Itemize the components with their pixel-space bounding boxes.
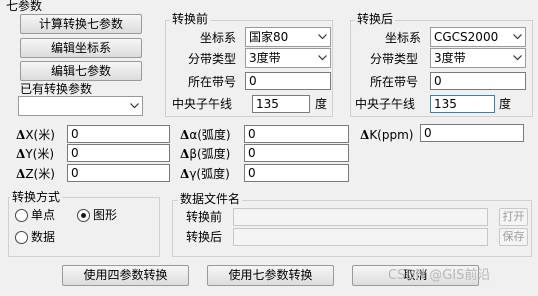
dx-input[interactable]: 0 — [67, 125, 170, 143]
mode-group — [8, 197, 160, 257]
dz-label: ΔZ(米) — [16, 167, 55, 181]
mode-graphic-radio[interactable] — [77, 209, 90, 222]
before-title: 转换前 — [170, 11, 211, 27]
mode-data-radio[interactable] — [15, 231, 28, 244]
after-title: 转换后 — [355, 11, 396, 27]
after-coord-label: 坐标系 — [385, 31, 422, 45]
dk-input[interactable]: 0 — [420, 124, 524, 142]
dz-input[interactable]: 0 — [67, 164, 170, 182]
mode-graphic-label: 图形 — [93, 208, 118, 222]
after-meridian-label: 中央子午线 — [355, 97, 416, 111]
after-zone-type-select[interactable]: 3度带 — [430, 48, 526, 68]
dalpha-label: Δα(弧度) — [180, 128, 231, 142]
after-coord-value: CGCS2000 — [434, 30, 499, 44]
after-coord-select[interactable]: CGCS2000 — [430, 27, 526, 47]
dalpha-input[interactable]: 0 — [244, 125, 349, 143]
files-title: 数据文件名 — [178, 191, 243, 207]
files-after-input — [233, 228, 488, 246]
before-zone-type-label: 分带类型 — [188, 52, 237, 66]
after-meridian-unit: 度 — [499, 97, 512, 111]
edit-coords-button[interactable]: 编辑坐标系 — [20, 38, 142, 58]
save-button: 保存 — [499, 228, 528, 246]
before-coord-label: 坐标系 — [200, 31, 237, 45]
before-zone-type-value: 3度带 — [249, 51, 281, 65]
use-seven-params-button[interactable]: 使用七参数转换 — [207, 265, 334, 286]
dx-label: ΔX(米) — [16, 128, 55, 142]
after-zone-no-input[interactable]: 0 — [430, 72, 526, 90]
mode-title: 转换方式 — [10, 189, 63, 205]
existing-params-label: 已有转换参数 — [20, 82, 93, 96]
dbeta-input[interactable]: 0 — [244, 144, 349, 162]
window-title: 七参数 — [6, 0, 43, 13]
files-after-label: 转换后 — [186, 230, 223, 244]
dk-label: ΔK(ppm) — [360, 128, 414, 142]
mode-single-radio[interactable] — [15, 209, 28, 222]
dy-label: ΔY(米) — [16, 147, 55, 161]
files-before-label: 转换前 — [186, 210, 223, 224]
dgamma-input[interactable]: 0 — [244, 164, 349, 182]
open-button: 打开 — [499, 208, 528, 226]
before-meridian-unit: 度 — [315, 97, 328, 111]
before-meridian-label: 中央子午线 — [172, 97, 233, 111]
calc-seven-params-button[interactable]: 计算转换七参数 — [20, 14, 142, 34]
edit-seven-params-button[interactable]: 编辑七参数 — [20, 61, 142, 81]
chevron-down-icon — [314, 28, 330, 46]
before-coord-value: 国家80 — [249, 30, 289, 44]
after-zone-no-label: 所在带号 — [370, 75, 419, 89]
files-before-input — [233, 208, 488, 226]
existing-params-select[interactable] — [18, 96, 143, 116]
dbeta-label: Δβ(弧度) — [180, 147, 231, 161]
before-meridian-input[interactable]: 135 — [252, 95, 310, 113]
before-zone-type-select[interactable]: 3度带 — [245, 48, 331, 68]
chevron-down-icon — [509, 49, 525, 67]
chevron-down-icon — [314, 49, 330, 67]
mode-data-label: 数据 — [31, 230, 56, 244]
chevron-down-icon — [126, 97, 142, 115]
dy-input[interactable]: 0 — [67, 144, 170, 162]
use-four-params-button[interactable]: 使用四参数转换 — [62, 265, 189, 286]
before-zone-no-input[interactable]: 0 — [245, 72, 331, 90]
dgamma-label: Δγ(弧度) — [180, 167, 230, 181]
before-coord-select[interactable]: 国家80 — [245, 27, 331, 47]
mode-single-label: 单点 — [31, 208, 56, 222]
chevron-down-icon — [509, 28, 525, 46]
watermark: CSDN @GIS前沿 — [388, 268, 491, 283]
after-meridian-input[interactable]: 135 — [430, 95, 495, 113]
after-zone-type-label: 分带类型 — [370, 52, 419, 66]
before-zone-no-label: 所在带号 — [188, 75, 237, 89]
after-zone-type-value: 3度带 — [434, 51, 466, 65]
